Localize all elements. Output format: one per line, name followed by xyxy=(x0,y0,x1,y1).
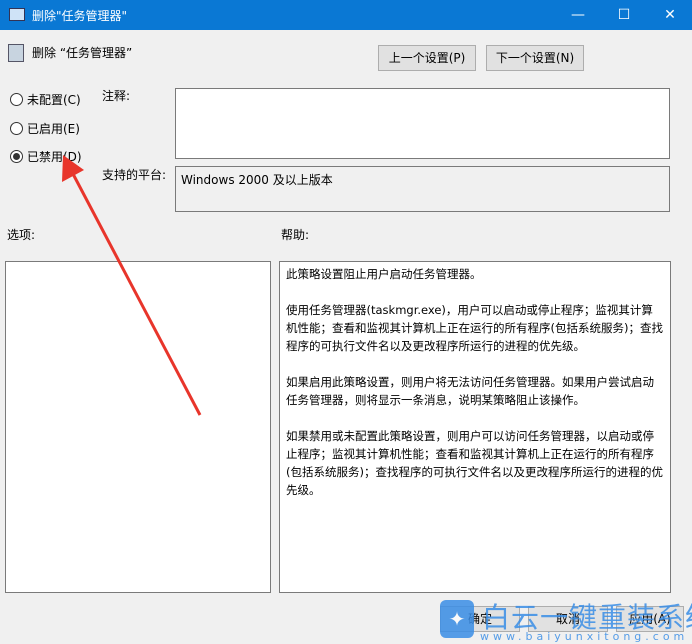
watermark-url: www.baiyunxitong.com xyxy=(480,630,689,643)
bird-logo-icon: ✦ xyxy=(440,600,474,638)
red-arrow-annotation xyxy=(62,155,202,416)
watermark: ✦ 白云一键重装系统 www.baiyunxitong.com xyxy=(440,600,692,644)
